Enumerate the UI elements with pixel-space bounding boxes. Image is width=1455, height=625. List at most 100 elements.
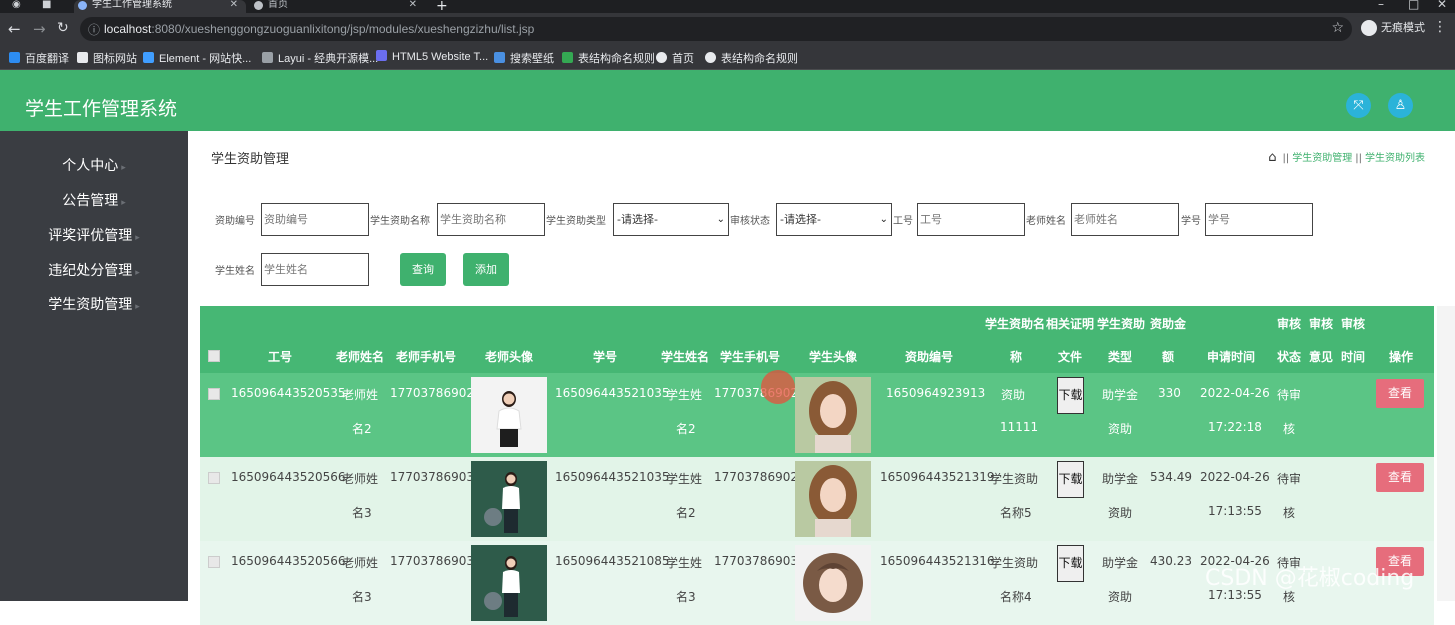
maximize-icon[interactable]: □ — [1408, 0, 1419, 11]
student-name-input[interactable]: 学生姓名 — [261, 253, 369, 286]
teacher-avatar — [471, 461, 547, 537]
breadcrumb-item[interactable]: 学生资助列表 — [1365, 153, 1425, 164]
sidebar-item-personal-center[interactable]: 个人中心 ▸ — [0, 155, 188, 175]
col-aid-name: 学生资助名 — [985, 317, 1046, 331]
cell-apply-date: 2022-04-26 — [1200, 386, 1270, 400]
bookmarks-bar: 百度翻译 图标网站 Element - 网站快... Layui - 经典开源模… — [0, 45, 1455, 70]
html5-icon — [376, 50, 387, 61]
sidebar-item-student-aid[interactable]: 学生资助管理 ▸ — [0, 294, 188, 314]
row-checkbox[interactable] — [208, 388, 220, 400]
sidebar-item-discipline[interactable]: 违纪处分管理 ▸ — [0, 260, 188, 280]
close-tab-icon[interactable]: ✕ — [230, 0, 238, 10]
bookmark-item[interactable]: Layui - 经典开源模... — [262, 50, 378, 66]
download-button[interactable]: 下载 — [1057, 461, 1084, 498]
bookmark-item[interactable]: 百度翻译 — [9, 50, 69, 66]
cell-teacher-name: 老师姓 — [342, 472, 379, 486]
cell-student-name: 学生姓 — [666, 388, 703, 402]
user-icon[interactable]: ♙ — [1388, 93, 1413, 118]
table-row[interactable]: 165096443520535 老师姓 名2 17703786902 16509… — [200, 373, 1434, 457]
cell-audit-status: 待审 — [1277, 388, 1302, 402]
table-row[interactable]: 165096443520566 老师姓 名3 17703786903 16509… — [200, 457, 1434, 541]
home-icon[interactable]: ⌂ — [1268, 150, 1276, 165]
breadcrumb-item[interactable]: 学生资助管理 — [1292, 153, 1352, 164]
aid-no-input[interactable]: 资助编号 — [261, 203, 369, 236]
bookmark-label: Layui - 经典开源模... — [278, 53, 379, 65]
page-scrollbar[interactable] — [1437, 306, 1455, 601]
bookmark-star-icon[interactable]: ☆ — [1331, 20, 1344, 36]
view-button[interactable]: 查看 — [1376, 463, 1424, 492]
download-button[interactable]: 下载 — [1057, 545, 1084, 582]
bookmark-label: 图标网站 — [93, 53, 137, 65]
bookmark-item[interactable]: 首页 — [656, 50, 694, 66]
bookmark-label: Element - 网站快... — [159, 53, 252, 65]
browser-tab-inactive[interactable]: 首页 ✕ — [250, 0, 425, 13]
sidebar-item-notice[interactable]: 公告管理 ▸ — [0, 190, 188, 210]
url-field[interactable]: ⓘ localhost:8080/xueshenggongzuoguanlixi… — [80, 17, 1352, 41]
bookmark-item[interactable]: HTML5 Website T... — [376, 50, 488, 63]
row-checkbox[interactable] — [208, 472, 220, 484]
cell-student-no: 165096443521085 — [555, 554, 670, 568]
globe-icon — [656, 52, 667, 63]
new-tab-icon[interactable]: + — [436, 0, 448, 13]
cell-apply-clock: 17:22:18 — [1208, 420, 1262, 434]
cell-student-name-2: 名2 — [676, 422, 696, 436]
reload-icon[interactable]: ↻ — [57, 20, 69, 36]
sidebar-item-awards[interactable]: 评奖评优管理 ▸ — [0, 225, 188, 245]
table-header: 工号 老师姓名 老师手机号 老师头像 学号 学生姓名 学生手机号 学生头像 资助… — [200, 306, 1434, 373]
layui-icon — [262, 52, 273, 63]
col-audit-status: 审核 — [1277, 317, 1302, 331]
aid-type-select[interactable]: -请选择- ⌄ — [613, 203, 729, 236]
forward-icon[interactable]: → — [33, 20, 46, 38]
fullscreen-icon[interactable]: ⤧ — [1346, 93, 1371, 118]
bookmark-item[interactable]: 表结构命名规则 — [705, 50, 798, 66]
tab-search-icon[interactable]: ■ — [42, 0, 51, 13]
bookmark-item[interactable]: 搜索壁纸 — [494, 50, 554, 66]
element-icon — [143, 52, 154, 63]
cell-aid-name: 资助 — [1001, 388, 1026, 402]
bookmark-label: 首页 — [672, 53, 694, 65]
incognito-indicator[interactable]: 无痕模式 — [1361, 19, 1425, 37]
view-button[interactable]: 查看 — [1376, 379, 1424, 408]
audit-status-select[interactable]: -请选择- ⌄ — [776, 203, 892, 236]
cell-amount: 534.49 — [1150, 470, 1192, 484]
teacher-avatar — [471, 545, 547, 621]
bookmark-item[interactable]: 表结构命名规则 — [562, 50, 655, 66]
add-button[interactable]: 添加 — [463, 253, 509, 286]
cell-aid-type: 助学金 — [1102, 388, 1139, 402]
row-checkbox[interactable] — [208, 556, 220, 568]
url-text: localhost:8080/xueshenggongzuoguanlixito… — [104, 22, 534, 36]
col-amount-2: 额 — [1162, 350, 1175, 364]
teacher-avatar — [471, 377, 547, 453]
cell-teacher-name: 老师姓 — [342, 556, 379, 570]
browser-menu-icon[interactable]: ⋮ — [1433, 19, 1447, 35]
query-button[interactable]: 查询 — [400, 253, 446, 286]
incognito-icon — [1361, 20, 1377, 37]
cell-teacher-name: 老师姓 — [342, 388, 379, 402]
chevron-right-icon: ▸ — [121, 163, 126, 173]
bookmark-item[interactable]: Element - 网站快... — [143, 50, 251, 66]
bookmark-item[interactable]: 图标网站 — [77, 50, 137, 66]
cell-student-phone: 17703786902 — [714, 470, 798, 484]
close-window-icon[interactable]: ✕ — [1437, 0, 1447, 11]
select-all-checkbox[interactable] — [208, 350, 220, 362]
minimize-icon[interactable]: – — [1378, 0, 1384, 11]
bookmark-label: 表结构命名规则 — [721, 53, 798, 65]
aid-name-input[interactable]: 学生资助名称 — [437, 203, 545, 236]
cell-aid-name: 学生资助 — [990, 472, 1039, 486]
back-icon[interactable]: ← — [8, 20, 21, 38]
close-tab-icon[interactable]: ✕ — [409, 0, 417, 10]
site-info-icon[interactable]: ⓘ — [88, 21, 100, 38]
student-no-label: 学号 — [1181, 216, 1201, 227]
job-no-input[interactable]: 工号 — [917, 203, 1025, 236]
teacher-name-input[interactable]: 老师姓名 — [1071, 203, 1179, 236]
cell-student-no: 165096443521035 — [555, 386, 670, 400]
cell-student-name-2: 名2 — [676, 506, 696, 520]
sidebar: 个人中心 ▸ 公告管理 ▸ 评奖评优管理 ▸ 违纪处分管理 ▸ 学生资助管理 ▸ — [0, 131, 188, 601]
download-button[interactable]: 下载 — [1057, 377, 1084, 414]
sheet-icon — [562, 52, 573, 63]
browser-tab-active[interactable]: 学生工作管理系统 ✕ — [74, 0, 246, 13]
student-no-input[interactable]: 学号 — [1205, 203, 1313, 236]
col-audit-time-2: 时间 — [1341, 350, 1366, 364]
cell-student-phone: 17703786903 — [714, 554, 798, 568]
tab-title: 首页 — [268, 0, 288, 10]
